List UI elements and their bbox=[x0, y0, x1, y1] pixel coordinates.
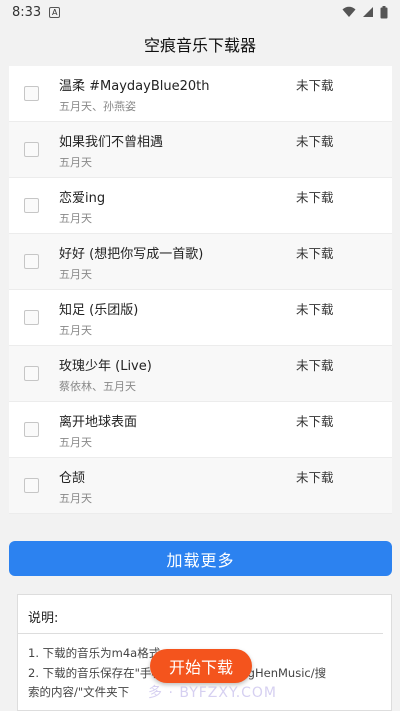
song-artist: 五月天 bbox=[59, 268, 92, 281]
song-checkbox[interactable] bbox=[24, 142, 39, 157]
download-status: 未下载 bbox=[296, 470, 334, 485]
song-row[interactable]: 仓颉 五月天 未下载 bbox=[9, 458, 392, 514]
download-status: 未下载 bbox=[296, 246, 334, 261]
notification-a-icon: A bbox=[49, 6, 61, 18]
notes-title: 说明: bbox=[28, 611, 59, 626]
status-bar: 8:33 A bbox=[0, 0, 400, 24]
song-row[interactable]: 知足 (乐团版) 五月天 未下载 bbox=[9, 290, 392, 346]
song-row[interactable]: 温柔 #MaydayBlue20th 五月天、孙燕姿 未下载 bbox=[9, 66, 392, 122]
song-row[interactable]: 离开地球表面 五月天 未下载 bbox=[9, 402, 392, 458]
song-artist: 五月天 bbox=[59, 492, 92, 505]
song-artist: 蔡依林、五月天 bbox=[59, 380, 136, 393]
notes-divider bbox=[18, 633, 383, 634]
song-title: 离开地球表面 bbox=[59, 415, 138, 430]
notes-line-3: 索的内容/"文件夹下 bbox=[28, 685, 130, 699]
song-checkbox[interactable] bbox=[24, 422, 39, 437]
wifi-icon bbox=[342, 6, 356, 17]
song-title: 温柔 #MaydayBlue20th bbox=[59, 79, 210, 94]
song-title: 好好 (想把你写成一首歌) bbox=[59, 247, 204, 262]
song-row[interactable]: 玫瑰少年 (Live) 蔡依林、五月天 未下载 bbox=[9, 346, 392, 402]
song-row[interactable]: 恋爱ing 五月天 未下载 bbox=[9, 178, 392, 234]
song-title: 恋爱ing bbox=[59, 191, 106, 206]
download-status: 未下载 bbox=[296, 134, 334, 149]
song-artist: 五月天 bbox=[59, 436, 92, 449]
song-row[interactable]: 如果我们不曾相遇 五月天 未下载 bbox=[9, 122, 392, 178]
app-bar: 空痕音乐下载器 bbox=[0, 24, 400, 64]
song-checkbox[interactable] bbox=[24, 86, 39, 101]
battery-icon bbox=[380, 5, 388, 18]
app-title: 空痕音乐下载器 bbox=[143, 36, 256, 55]
status-time: 8:33 bbox=[12, 4, 42, 20]
song-checkbox[interactable] bbox=[24, 478, 39, 493]
song-checkbox[interactable] bbox=[24, 310, 39, 325]
signal-icon bbox=[363, 7, 373, 17]
watermark: 多 · BYFZXY.COM bbox=[148, 685, 278, 701]
song-checkbox[interactable] bbox=[24, 366, 39, 381]
song-checkbox[interactable] bbox=[24, 254, 39, 269]
download-status: 未下载 bbox=[296, 414, 334, 429]
song-artist: 五月天 bbox=[59, 212, 92, 225]
song-list: 温柔 #MaydayBlue20th 五月天、孙燕姿 未下载 如果我们不曾相遇 … bbox=[9, 66, 392, 514]
song-artist: 五月天、孙燕姿 bbox=[59, 100, 136, 113]
song-title: 知足 (乐团版) bbox=[59, 303, 139, 318]
song-artist: 五月天 bbox=[59, 156, 92, 169]
load-more-button[interactable]: 加载更多 bbox=[9, 541, 392, 576]
song-title: 玫瑰少年 (Live) bbox=[59, 359, 152, 374]
download-status: 未下载 bbox=[296, 302, 334, 317]
notes-line-1: 1. 下载的音乐为m4a格式 bbox=[28, 646, 161, 660]
song-artist: 五月天 bbox=[59, 324, 92, 337]
song-checkbox[interactable] bbox=[24, 198, 39, 213]
song-title: 仓颉 bbox=[59, 471, 86, 486]
song-title: 如果我们不曾相遇 bbox=[59, 135, 164, 150]
download-status: 未下载 bbox=[296, 78, 334, 93]
song-row[interactable]: 好好 (想把你写成一首歌) 五月天 未下载 bbox=[9, 234, 392, 290]
start-download-button[interactable]: 开始下载 bbox=[150, 649, 252, 683]
download-status: 未下载 bbox=[296, 190, 334, 205]
download-status: 未下载 bbox=[296, 358, 334, 373]
